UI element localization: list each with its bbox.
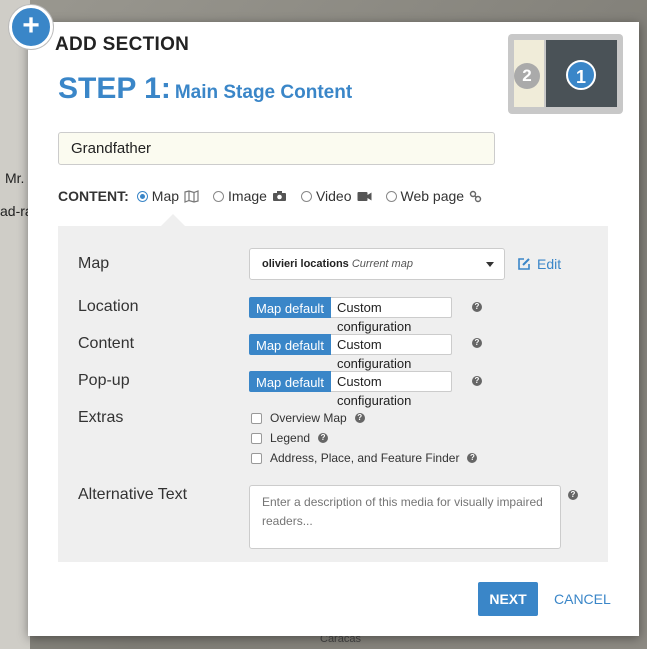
background-text: Mr.	[5, 170, 25, 186]
content-toggle: Map default Custom configuration	[249, 334, 452, 371]
help-icon[interactable]: ?	[472, 376, 482, 386]
step-name: Main Stage Content	[174, 82, 353, 103]
next-button[interactable]: NEXT	[478, 582, 538, 616]
video-option-label: Video	[315, 188, 352, 204]
video-radio[interactable]	[300, 190, 312, 202]
step-1-badge: 1	[566, 60, 596, 90]
legend-label: Legend	[270, 431, 311, 445]
edit-icon	[518, 258, 530, 270]
map-option-label: Map	[151, 188, 180, 204]
checkbox[interactable]	[251, 412, 262, 424]
content-option-image[interactable]: Image	[213, 188, 287, 204]
overview-map-checkbox[interactable]: Overview Map ?	[251, 411, 365, 425]
location-toggle: Map default Custom configuration	[249, 297, 452, 334]
feature-finder-label: Address, Place, and Feature Finder	[270, 451, 460, 465]
extras-label: Extras	[78, 409, 124, 426]
image-option-label: Image	[228, 188, 267, 204]
edit-map-button[interactable]: Edit	[517, 256, 561, 272]
section-title-input[interactable]	[58, 132, 495, 165]
help-icon[interactable]: ?	[318, 433, 329, 443]
link-icon	[469, 190, 482, 203]
location-label: Location	[78, 298, 139, 315]
content-custom-button[interactable]: Custom configuration	[330, 334, 452, 371]
map-icon	[184, 189, 199, 203]
step-heading: STEP 1: Main Stage Content	[58, 72, 352, 106]
popup-map-default-button[interactable]: Map default	[249, 371, 331, 392]
overview-map-label: Overview Map	[270, 411, 347, 425]
help-icon[interactable]: ?	[354, 413, 365, 423]
location-custom-button[interactable]: Custom configuration	[330, 297, 452, 334]
alternative-text-input[interactable]	[249, 485, 561, 549]
content-type-selector: CONTENT: Map Image Video Web page	[58, 188, 496, 204]
camera-icon	[272, 190, 287, 202]
popup-custom-button[interactable]: Custom configuration	[330, 371, 452, 408]
map-select-note: Current map	[351, 258, 413, 270]
alternative-text-label: Alternative Text	[78, 486, 188, 503]
legend-checkbox[interactable]: Legend ?	[251, 431, 329, 445]
map-label: Map	[78, 255, 110, 272]
location-map-default-button[interactable]: Map default	[249, 297, 331, 318]
content-map-default-button[interactable]: Map default	[249, 334, 331, 355]
add-section-dialog: ADD SECTION STEP 1: Main Stage Content 2 …	[28, 22, 639, 636]
content-label: CONTENT:	[58, 188, 129, 204]
dialog-title: ADD SECTION	[55, 34, 190, 55]
chevron-down-icon	[486, 262, 494, 267]
checkbox[interactable]	[251, 432, 262, 444]
step-2-thumbnail[interactable]: 2	[514, 40, 544, 107]
background-story-panel	[0, 0, 30, 649]
cancel-button[interactable]: CANCEL	[554, 591, 611, 607]
content-option-web-page[interactable]: Web page	[385, 188, 483, 204]
step-1-thumbnail[interactable]: 1	[546, 40, 617, 107]
content-settings-label: Content	[78, 335, 135, 352]
step-2-badge: 2	[514, 63, 540, 89]
map-settings-panel: Map olivieri locations Current map Edit L…	[58, 226, 608, 562]
step-number: STEP 1:	[58, 72, 171, 105]
popup-toggle: Map default Custom configuration	[249, 371, 452, 408]
map-select[interactable]: olivieri locations Current map	[249, 248, 505, 280]
image-radio[interactable]	[213, 190, 225, 202]
add-section-icon: +	[9, 5, 53, 49]
feature-finder-checkbox[interactable]: Address, Place, and Feature Finder ?	[251, 451, 478, 465]
web-page-radio[interactable]	[385, 190, 397, 202]
help-icon[interactable]: ?	[472, 338, 482, 348]
map-select-name: olivieri locations	[262, 258, 349, 270]
help-icon[interactable]: ?	[472, 302, 482, 312]
edit-label: Edit	[537, 256, 562, 272]
content-option-video[interactable]: Video	[300, 188, 372, 204]
layout-thumbnails: 2 1	[508, 34, 623, 114]
content-option-map[interactable]: Map	[136, 188, 199, 204]
popup-label: Pop-up	[78, 372, 130, 389]
web-page-option-label: Web page	[400, 188, 465, 204]
panel-pointer	[161, 214, 185, 226]
help-icon[interactable]: ?	[467, 453, 478, 463]
help-icon[interactable]: ?	[568, 490, 578, 500]
map-radio[interactable]	[136, 190, 148, 202]
video-camera-icon	[357, 191, 372, 202]
checkbox[interactable]	[251, 452, 262, 464]
